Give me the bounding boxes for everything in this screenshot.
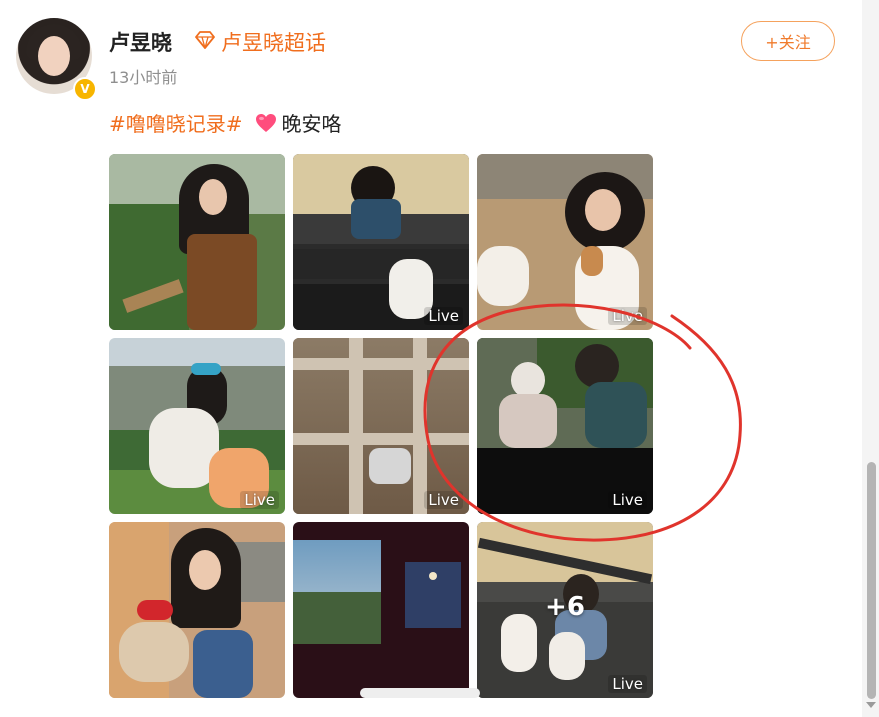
live-badge: Live	[240, 491, 279, 509]
image-tile-3[interactable]: Live	[477, 154, 653, 330]
scroll-down-arrow-icon[interactable]	[866, 702, 876, 708]
live-badge: Live	[608, 307, 647, 325]
image-grid: Live Live Live Live Live +6 Live	[109, 154, 653, 698]
more-images-count: +6	[545, 592, 585, 622]
post-text: #噜噜晓记录# 晚安咯	[109, 108, 342, 137]
image-tile-6[interactable]: Live	[477, 338, 653, 514]
follow-button[interactable]: +关注	[741, 21, 835, 61]
post-body: 晚安咯	[281, 112, 342, 136]
hashtag-link[interactable]: #噜噜晓记录#	[109, 108, 243, 137]
image-tile-5[interactable]: Live	[293, 338, 469, 514]
live-badge: Live	[424, 491, 463, 509]
username[interactable]: 卢昱晓	[109, 27, 172, 57]
image-tile-2[interactable]: Live	[293, 154, 469, 330]
live-badge: Live	[424, 307, 463, 325]
gem-icon	[195, 31, 215, 49]
live-badge: Live	[608, 491, 647, 509]
image-tile-4[interactable]: Live	[109, 338, 285, 514]
image-tile-1[interactable]	[109, 154, 285, 330]
watermark	[360, 686, 480, 703]
heart-icon	[255, 113, 276, 132]
verified-badge-icon: V	[73, 77, 97, 101]
super-topic-link[interactable]: 卢昱晓超话	[221, 27, 326, 57]
image-tile-7[interactable]	[109, 522, 285, 698]
image-tile-8[interactable]	[293, 522, 469, 698]
weibo-post: V 卢昱晓 卢昱晓超话 13小时前 +关注 #噜噜晓记录# 晚安咯 Live L…	[0, 0, 862, 717]
scrollbar-thumb[interactable]	[867, 462, 876, 699]
post-timestamp[interactable]: 13小时前	[109, 64, 177, 88]
live-badge: Live	[608, 675, 647, 693]
image-tile-9[interactable]: +6 Live	[477, 522, 653, 698]
vertical-scrollbar[interactable]	[862, 0, 879, 717]
